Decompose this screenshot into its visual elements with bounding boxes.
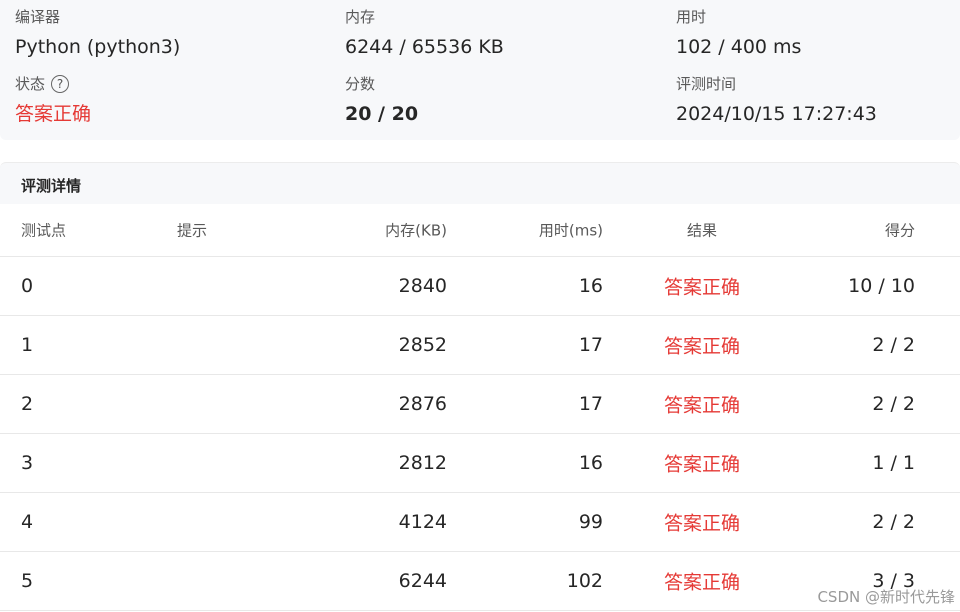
score-field: 分数 20 / 20 xyxy=(345,74,418,126)
row-memory: 2812 xyxy=(398,452,447,474)
judge-time-value: 2024/10/15 17:27:43 xyxy=(676,103,877,125)
table-row: 3 2812 16 答案正确 1 / 1 xyxy=(0,434,960,493)
score-label: 分数 xyxy=(345,75,376,93)
row-time: 16 xyxy=(578,275,603,297)
row-time: 102 xyxy=(566,570,603,592)
col-header-time: 用时(ms) xyxy=(538,221,603,240)
time-field: 用时 102 / 400 ms xyxy=(676,7,801,59)
judge-time-label: 评测时间 xyxy=(676,75,737,93)
row-score: 1 / 1 xyxy=(872,452,915,474)
row-id: 1 xyxy=(21,334,34,356)
row-id: 0 xyxy=(21,275,34,297)
row-memory: 2852 xyxy=(398,334,447,356)
row-id: 2 xyxy=(21,393,34,415)
table-row: 4 4124 99 答案正确 2 / 2 xyxy=(0,493,960,552)
time-value: 102 / 400 ms xyxy=(676,36,802,58)
compiler-field: 编译器 Python (python3) xyxy=(15,7,180,59)
row-result: 答案正确 xyxy=(663,335,741,358)
row-id: 4 xyxy=(21,511,34,533)
row-id: 3 xyxy=(21,452,34,474)
row-memory: 2876 xyxy=(398,393,447,415)
row-score: 2 / 2 xyxy=(872,334,915,356)
table-row: 1 2852 17 答案正确 2 / 2 xyxy=(0,316,960,375)
detail-header: 评测详情 xyxy=(0,162,960,204)
time-label: 用时 xyxy=(676,8,707,26)
csdn-watermark: CSDN @新时代先锋 xyxy=(817,588,955,606)
row-time: 17 xyxy=(578,334,603,356)
row-memory: 6244 xyxy=(398,570,447,592)
detail-title: 评测详情 xyxy=(21,177,82,195)
row-time: 99 xyxy=(578,511,603,533)
row-result: 答案正确 xyxy=(663,571,741,594)
memory-label: 内存 xyxy=(345,8,376,26)
row-result: 答案正确 xyxy=(663,512,741,535)
score-value: 20 / 20 xyxy=(345,103,419,125)
col-header-memory: 内存(KB) xyxy=(385,221,447,240)
table-row: 2 2876 17 答案正确 2 / 2 xyxy=(0,375,960,434)
row-result: 答案正确 xyxy=(663,276,741,299)
compiler-value: Python (python3) xyxy=(15,36,181,58)
status-field: 状态 ? 答案正确 xyxy=(15,74,91,126)
submission-summary: 编译器 Python (python3) 内存 6244 / 65536 KB … xyxy=(0,0,960,140)
row-score: 2 / 2 xyxy=(872,511,915,533)
row-score: 10 / 10 xyxy=(848,275,915,297)
table-row: 0 2840 16 答案正确 10 / 10 xyxy=(0,257,960,316)
row-memory: 4124 xyxy=(398,511,447,533)
status-value: 答案正确 xyxy=(15,103,92,125)
row-time: 17 xyxy=(578,393,603,415)
compiler-label: 编译器 xyxy=(15,8,61,26)
judge-detail-panel: 评测详情 测试点 提示 内存(KB) 用时(ms) 结果 得分 0 2840 1… xyxy=(0,162,960,612)
row-id: 5 xyxy=(21,570,34,592)
help-circle-icon[interactable]: ? xyxy=(51,75,70,93)
col-header-result: 结果 xyxy=(686,221,718,240)
row-result: 答案正确 xyxy=(663,453,741,476)
memory-value: 6244 / 65536 KB xyxy=(345,36,504,58)
row-memory: 2840 xyxy=(398,275,447,297)
row-time: 16 xyxy=(578,452,603,474)
table-row: 5 6244 102 答案正确 3 / 3 xyxy=(0,552,960,611)
status-label: 状态 xyxy=(15,75,46,93)
row-score: 2 / 2 xyxy=(872,393,915,415)
memory-field: 内存 6244 / 65536 KB xyxy=(345,7,504,59)
table-header: 测试点 提示 内存(KB) 用时(ms) 结果 得分 xyxy=(0,204,960,257)
col-header-id: 测试点 xyxy=(21,221,67,240)
judge-time-field: 评测时间 2024/10/15 17:27:43 xyxy=(676,74,877,126)
status-label-row: 状态 ? xyxy=(15,74,91,94)
col-header-score: 得分 xyxy=(884,221,915,240)
row-result: 答案正确 xyxy=(663,394,741,417)
col-header-hint: 提示 xyxy=(177,221,208,240)
